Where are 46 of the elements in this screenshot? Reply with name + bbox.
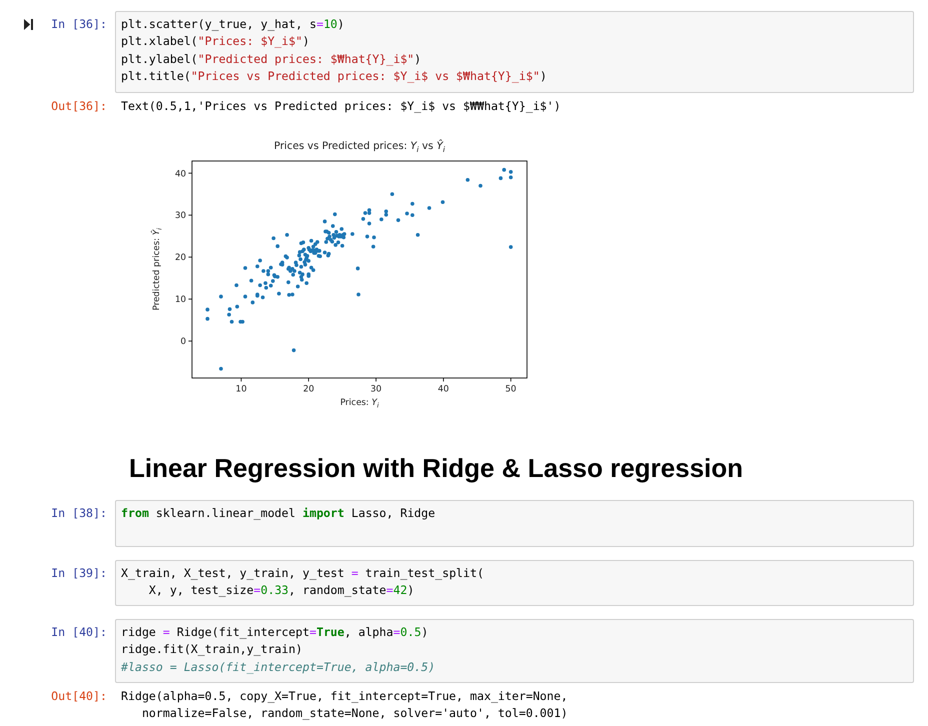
- output-text: Ridge(alpha=0.5, copy_X=True, fit_intercept=True, max_iter=None,: [121, 688, 568, 705]
- tick-mark: [308, 378, 309, 382]
- code-line: plt.title("Prices vs Predicted prices: $Y_i$ vs $₩hat{Y}_i$"): [121, 68, 548, 86]
- code-editor[interactable]: from sklearn.linear_model import Lasso, Ridge: [115, 500, 914, 548]
- y-tick-label: 0: [180, 337, 186, 348]
- x-tick-label: 30: [370, 384, 382, 394]
- code-line: from sklearn.linear_model import Lasso, Ridge: [121, 505, 436, 522]
- input-prompt: In [38]:: [51, 505, 107, 522]
- y-tick-label: 10: [174, 295, 186, 306]
- input-prompt: In [40]:: [51, 624, 107, 641]
- code-line: #lasso = Lasso(fit_intercept=True, alpha=0.5): [121, 658, 436, 676]
- code-line: plt.ylabel("Predicted prices: $₩hat{Y}_i$"): [121, 50, 422, 68]
- output-text: Text(0.5,1,'Prices vs Predicted prices: $Y_i$ vs $₩₩hat{Y}_i$'): [121, 98, 561, 115]
- code-editor[interactable]: X_train, X_test, y_train, y_test = train_test_split( X, y, test_size=0.33, random_state=42): [115, 560, 914, 606]
- code-line: plt.xlabel("Prices: $Y_i$"): [121, 33, 310, 50]
- x-tick-label: 50: [505, 384, 516, 394]
- code-editor[interactable]: plt.scatter(y_true, y_hat, s=10) plt.xlabel("Prices: $Y_i$") plt.ylabel("Predicted prices: $₩hat{Y}_i$") plt.title("Prices vs Predicted prices: $Y_i$ vs $₩hat{Y}_i$"): [115, 11, 914, 93]
- section-heading: Linear Regression with Ridge & Lasso regression: [128, 453, 744, 484]
- code-line: X_train, X_test, y_train, y_test = train_test_split(: [121, 564, 485, 582]
- y-tick-label: 30: [174, 211, 186, 222]
- input-prompt: In [36]:: [51, 16, 107, 33]
- tick-mark: [443, 378, 444, 382]
- code-line: X, y, test_size=0.33, random_state=42): [148, 582, 416, 599]
- x-tick-label: 40: [438, 384, 449, 394]
- input-prompt: In [39]:: [51, 564, 107, 582]
- tick-mark: [510, 378, 512, 382]
- code-line: ridge.fit(X_train,y_train): [121, 641, 304, 658]
- output-prompt: Out[40]:: [51, 689, 107, 703]
- tick-mark: [188, 340, 192, 342]
- code-editor[interactable]: ridge = Ridge(fit_intercept=True, alpha=0.5) ridge.fit(X_train,y_train) #lasso = Lasso(fit_intercept=True, alpha=0.5): [115, 618, 914, 683]
- x-tick-label: 20: [303, 384, 314, 394]
- tick-mark: [188, 298, 192, 300]
- output-text: normalize=False, random_state=None, solver='auto', tol=0.001): [140, 705, 568, 722]
- y-tick-label: 40: [174, 169, 186, 180]
- tick-mark: [188, 214, 192, 216]
- step-forward-icon[interactable]: [24, 19, 33, 30]
- x-axis-label: Prices: Y$_{i}$: [339, 397, 380, 412]
- chart-title: Prices vs Predicted prices: Y$_{i}$ vs Ŷ$_{i}$: [273, 138, 446, 156]
- output-prompt: Out[36]:: [51, 98, 107, 113]
- y-tick-label: 20: [174, 253, 186, 264]
- tick-mark: [188, 256, 192, 258]
- code-line: plt.scatter(y_true, y_hat, s=10): [121, 16, 346, 33]
- tick-mark: [240, 378, 242, 382]
- code-line: ridge = Ridge(fit_intercept=True, alpha=0.5): [121, 624, 430, 641]
- tick-mark: [188, 172, 192, 174]
- x-tick-label: 10: [236, 384, 247, 394]
